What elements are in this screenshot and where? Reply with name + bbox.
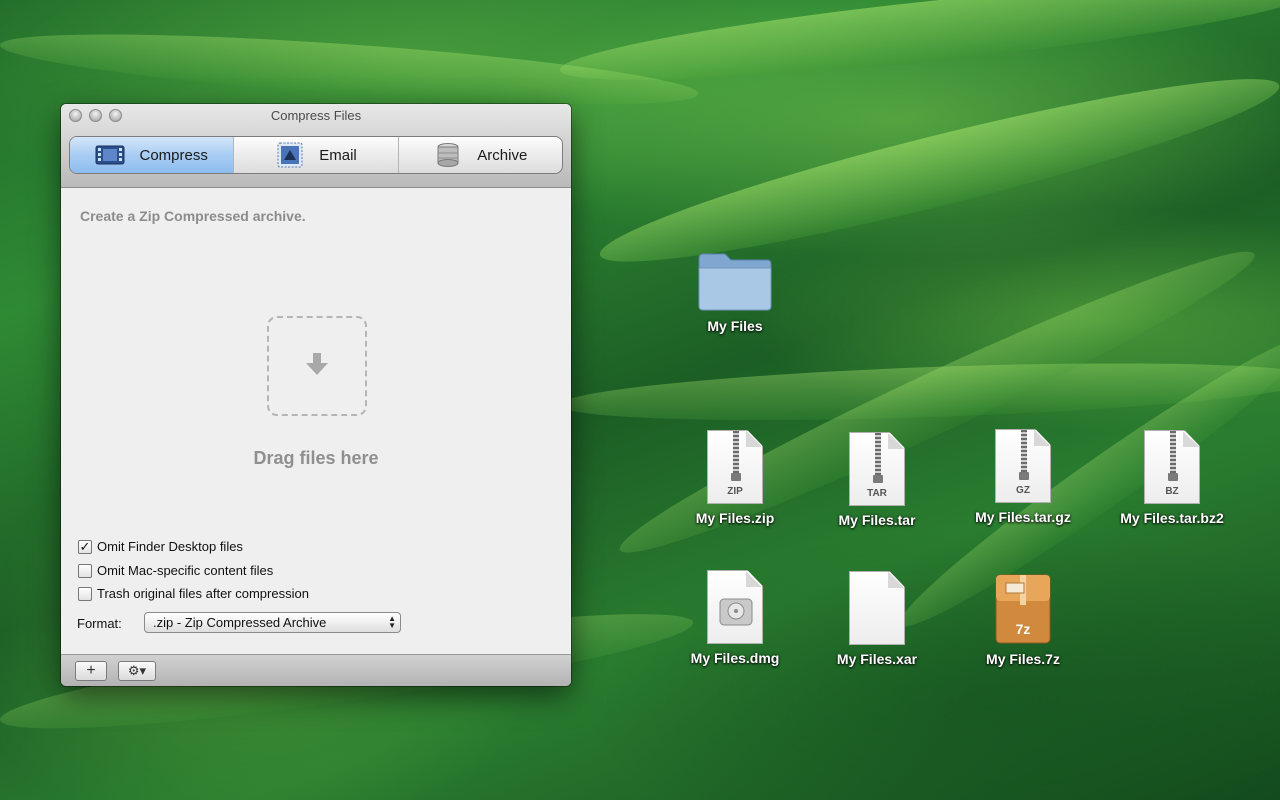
tab-email[interactable]: Email	[234, 137, 399, 173]
add-button[interactable]: +	[75, 661, 107, 681]
drop-zone-label: Drag files here	[253, 448, 379, 468]
desktop-item-7z[interactable]: 7z My Files.7z	[953, 571, 1093, 667]
compress-files-window: Compress Files Compress Email Archive Cr…	[61, 104, 571, 686]
tab-archive[interactable]: Archive	[399, 137, 562, 173]
window-bottom-bar: + ⚙▾	[61, 654, 571, 686]
compress-panel	[61, 188, 571, 654]
drop-zone[interactable]	[267, 316, 367, 416]
format-label: Format:	[77, 616, 122, 631]
option-omit-finder-desktop[interactable]: ✓ Omit Finder Desktop files	[78, 539, 243, 554]
tab-compress[interactable]: Compress	[70, 137, 235, 173]
format-select[interactable]: .zip - Zip Compressed Archive ▲ ▼	[144, 612, 401, 633]
desktop-item-dmg[interactable]: My Files.dmg	[665, 570, 805, 666]
tab-email-label: Email	[319, 146, 357, 164]
checkbox-checked[interactable]: ✓	[78, 539, 92, 554]
desktop-item-folder[interactable]: My Files	[665, 250, 805, 334]
film-icon	[95, 142, 125, 168]
gear-icon: ⚙▾	[127, 663, 147, 678]
blank-document-icon	[849, 571, 905, 645]
desktop-item-label: My Files.dmg	[690, 650, 780, 666]
desktop-item-label: My Files.tar.gz	[975, 509, 1071, 525]
desktop-item-tarbz2[interactable]: BZ My Files.tar.bz2	[1102, 430, 1242, 526]
option-omit-mac-content[interactable]: Omit Mac-specific content files	[78, 563, 273, 578]
option-trash-originals[interactable]: Trash original files after compression	[78, 586, 309, 601]
gz-archive-icon: GZ	[995, 429, 1051, 503]
desktop-item-label: My Files.tar	[838, 512, 916, 528]
desktop-item-label: My Files	[707, 318, 763, 334]
tab-archive-label: Archive	[477, 146, 528, 164]
database-icon	[433, 142, 463, 168]
desktop-item-targz[interactable]: GZ My Files.tar.gz	[953, 429, 1093, 525]
updown-arrows-icon: ▲ ▼	[388, 614, 396, 630]
option-label: Omit Finder Desktop files	[97, 539, 243, 554]
format-description: Create a Zip Compressed archive.	[80, 208, 306, 224]
mode-tabs: Compress Email Archive	[69, 136, 563, 174]
desktop-item-label: My Files.zip	[695, 510, 775, 526]
desktop-item-xar[interactable]: My Files.xar	[807, 571, 947, 667]
mail-stamp-icon	[275, 142, 305, 168]
desktop-item-label: My Files.tar.bz2	[1120, 510, 1224, 526]
desktop-item-tar[interactable]: TAR My Files.tar	[807, 432, 947, 528]
arrow-down-icon	[303, 350, 331, 383]
tab-compress-label: Compress	[139, 146, 208, 164]
desktop-item-zip[interactable]: ZIP My Files.zip	[665, 430, 805, 526]
checkbox-unchecked[interactable]	[78, 586, 92, 601]
bz-archive-icon: BZ	[1144, 430, 1200, 504]
option-label: Omit Mac-specific content files	[97, 563, 274, 578]
zip-archive-icon: ZIP	[707, 430, 763, 504]
option-label: Trash original files after compression	[97, 586, 309, 601]
checkbox-unchecked[interactable]	[78, 563, 92, 578]
disk-image-icon	[707, 570, 763, 644]
desktop-item-label: My Files.xar	[836, 651, 918, 667]
window-titlebar[interactable]: Compress Files Compress Email Archive	[61, 104, 571, 188]
format-select-value: .zip - Zip Compressed Archive	[153, 615, 327, 630]
desktop-item-label: My Files.7z	[986, 651, 1060, 667]
plus-icon: +	[86, 662, 96, 679]
tar-archive-icon: TAR	[849, 432, 905, 506]
window-title: Compress Files	[270, 108, 362, 123]
box-archive-icon: 7z	[994, 571, 1052, 645]
svg-text:7z: 7z	[1016, 621, 1031, 637]
folder-icon	[695, 250, 775, 312]
gear-menu-button[interactable]: ⚙▾	[118, 661, 156, 681]
